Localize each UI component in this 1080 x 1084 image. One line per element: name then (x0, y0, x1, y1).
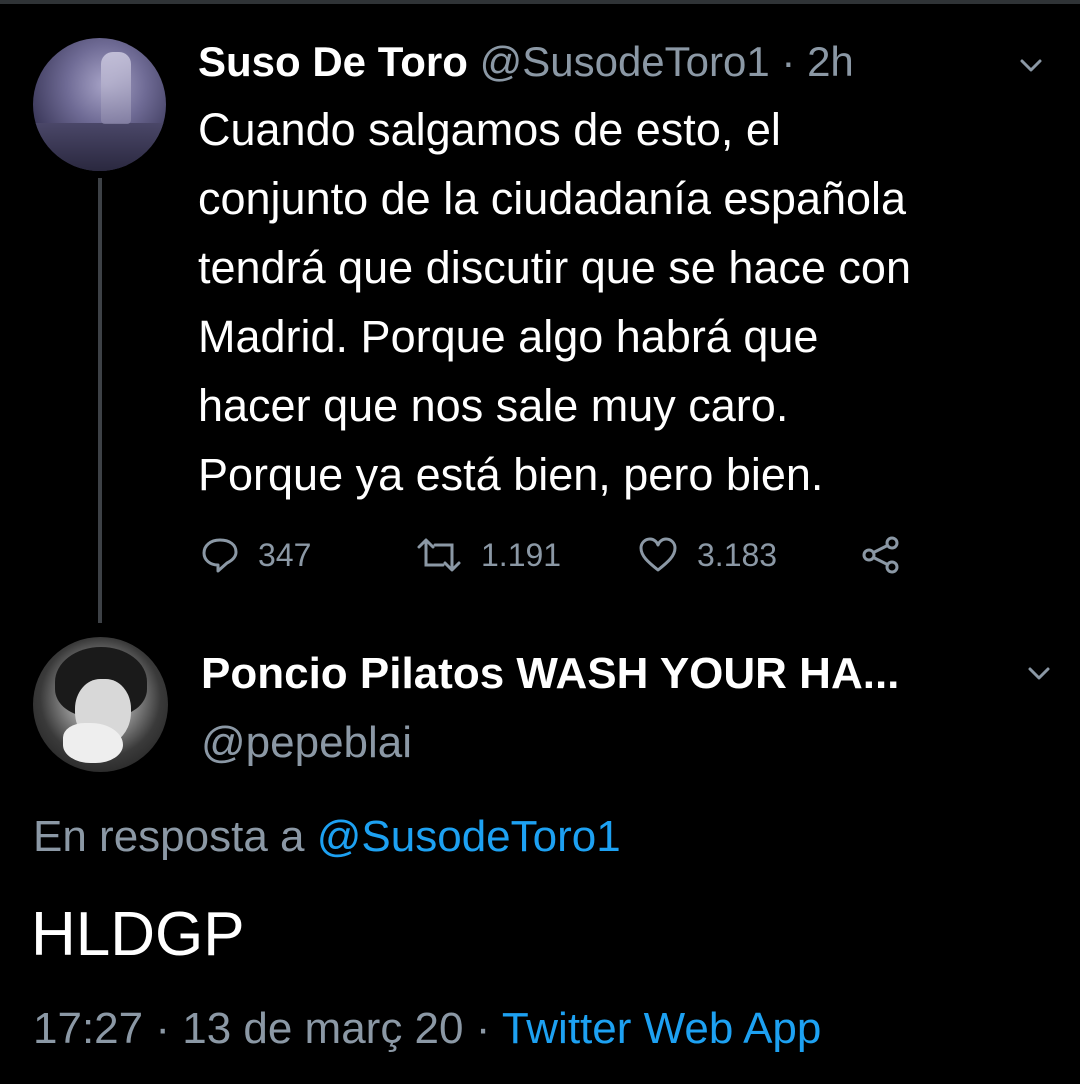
tweet-text-line: conjunto de la ciudadanía española (198, 173, 907, 224)
reply-tweet-text: HLDGP (31, 900, 245, 969)
parent-tweet-text: Cuando salgamos de esto, el conjunto de … (198, 95, 1058, 509)
reply-button[interactable]: 347 (200, 530, 311, 580)
retweet-icon (417, 538, 461, 572)
meta-separator: · (143, 1004, 183, 1053)
share-button[interactable] (860, 530, 902, 580)
like-count: 3.183 (697, 536, 778, 573)
avatar-pepeblai[interactable] (33, 637, 168, 772)
reply-handle[interactable]: @pepeblai (201, 715, 412, 771)
header-separator: · (781, 38, 796, 85)
retweet-count: 1.191 (481, 536, 562, 573)
tweet-source-link[interactable]: Twitter Web App (502, 1004, 822, 1053)
top-divider (0, 0, 1080, 4)
in-reply-to: En resposta a @SusodeToro1 (33, 808, 621, 866)
tweet-date[interactable]: 13 de març 20 (182, 1004, 463, 1053)
tweet-text-line: Porque ya está bien, pero bien. (198, 449, 824, 500)
parent-tweet-header: Suso De Toro @SusodeToro1 · 2h (198, 36, 854, 88)
meta-separator: · (463, 1004, 502, 1053)
tweet-time[interactable]: 17:27 (33, 1004, 143, 1053)
chevron-down-icon[interactable] (1024, 658, 1054, 688)
avatar-figure (101, 52, 131, 124)
thread-connector-line (98, 178, 102, 623)
parent-display-name[interactable]: Suso De Toro (198, 38, 468, 85)
tweet-text-line: hacer que nos sale muy caro. (198, 380, 789, 431)
reply-display-name[interactable]: Poncio Pilatos WASH YOUR HA... (201, 646, 899, 702)
parent-handle[interactable]: @SusodeToro1 (480, 38, 770, 85)
avatar-hand (63, 723, 123, 763)
tweet-text-line: tendrá que discutir que se hace con (198, 242, 911, 293)
avatar-suso-de-toro[interactable] (33, 38, 166, 171)
chevron-down-icon[interactable] (1016, 50, 1046, 80)
parent-time-ago[interactable]: 2h (807, 38, 854, 85)
parent-tweet-actions: 347 1.191 3.183 (200, 530, 920, 580)
like-button[interactable]: 3.183 (637, 530, 777, 580)
share-icon (862, 536, 899, 574)
avatar-ground (33, 123, 166, 171)
in-reply-to-label: En resposta a (33, 812, 317, 861)
heart-icon (639, 537, 677, 572)
in-reply-to-link[interactable]: @SusodeToro1 (317, 812, 621, 861)
reply-icon (202, 538, 238, 573)
reply-count: 347 (258, 536, 312, 573)
tweet-meta: 17:27 · 13 de març 20 · Twitter Web App (33, 1000, 821, 1058)
retweet-button[interactable]: 1.191 (415, 530, 561, 580)
tweet-text-line: Cuando salgamos de esto, el (198, 104, 781, 155)
tweet-text-line: Madrid. Porque algo habrá que (198, 311, 819, 362)
